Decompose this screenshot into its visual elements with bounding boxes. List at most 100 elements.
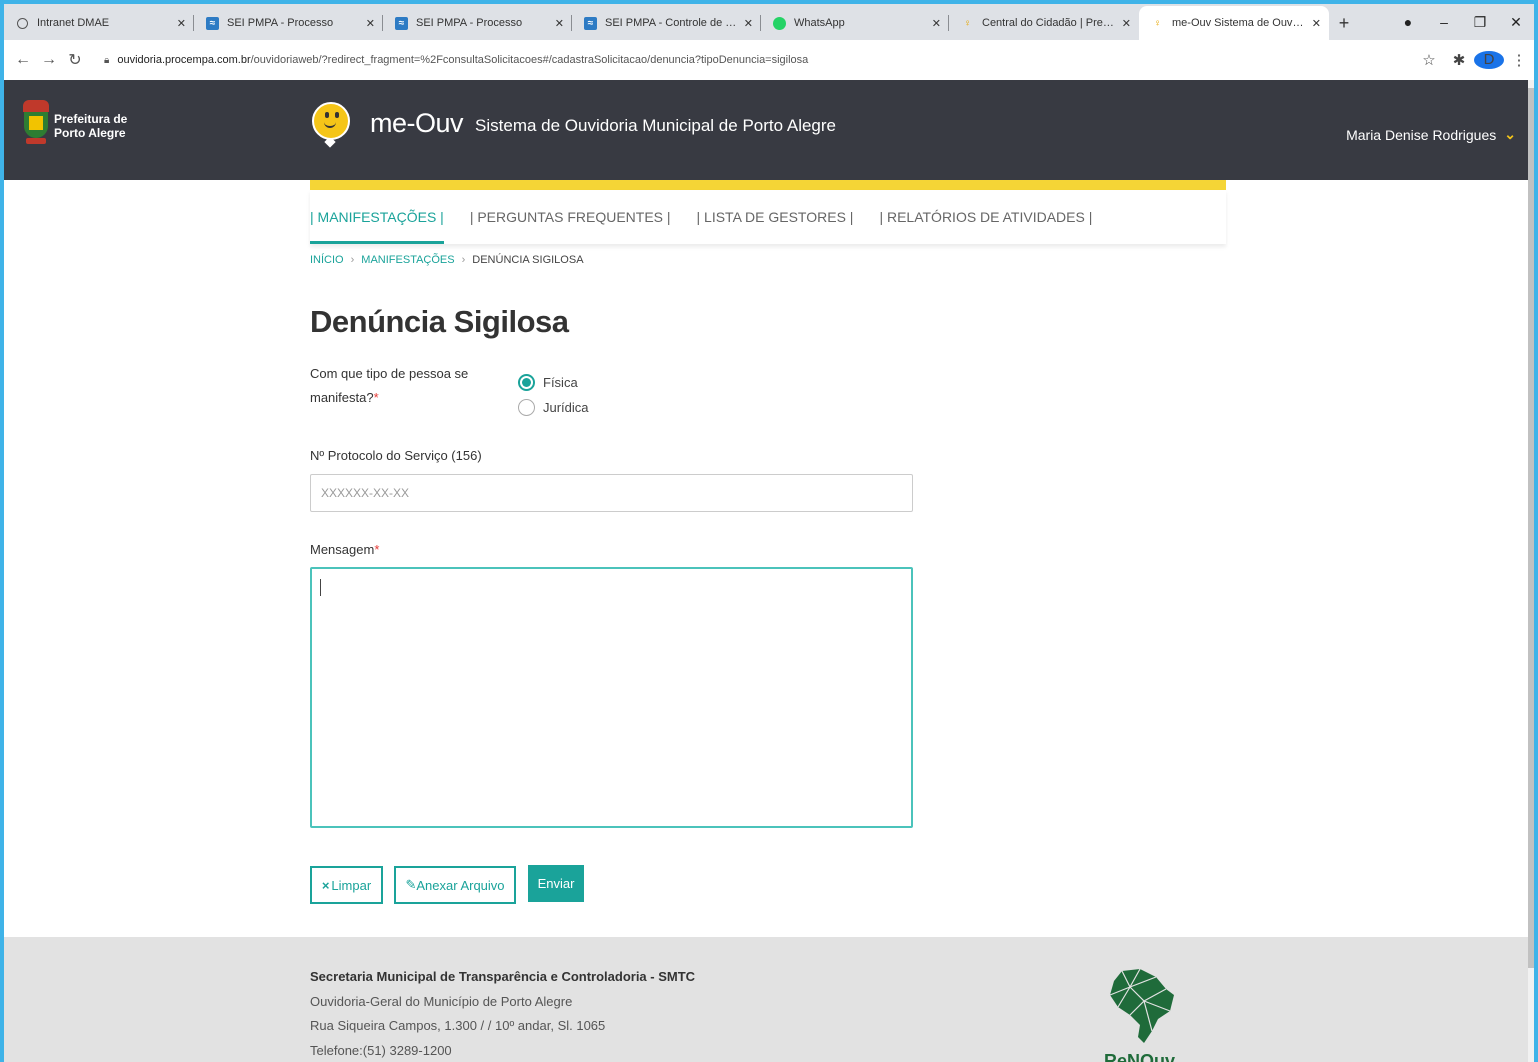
close-window-button[interactable]: ✕ (1498, 14, 1534, 31)
radio-juridica[interactable] (518, 399, 535, 416)
clear-button[interactable]: × Limpar (310, 866, 383, 904)
minimize-button[interactable]: – (1426, 14, 1462, 30)
page-title: Denúncia Sigilosa (310, 304, 569, 339)
footer-dept: Ouvidoria-Geral do Município de Porto Al… (310, 993, 573, 1009)
address-bar[interactable]: 🔒︎ ouvidoria.procempa.com.br/ouvidoriawe… (94, 46, 1424, 74)
breadcrumb-home[interactable]: INÍCIO (310, 254, 344, 266)
back-icon[interactable]: ← (10, 51, 36, 69)
nav-manifestacoes[interactable]: | MANIFESTAÇÕES | (310, 190, 444, 244)
prefeitura-logo[interactable]: Prefeitura de Porto Alegre (20, 100, 127, 152)
renouv-text: ReNOuv (1104, 1051, 1176, 1062)
protocol-label: Nº Protocolo do Serviço (156) (310, 448, 482, 463)
close-icon[interactable]: ✕ (1122, 17, 1131, 30)
clear-button-label: Limpar (331, 877, 372, 893)
text-caret (320, 579, 321, 596)
brand-subtitle: Sistema de Ouvidoria Municipal de Porto … (475, 116, 836, 135)
footer-address: Secretaria Municipal de Transparência e … (310, 965, 695, 1062)
sei-icon: ≈ (395, 16, 408, 30)
forward-icon[interactable]: → (36, 51, 62, 69)
logo-line1: Prefeitura de (54, 112, 128, 126)
record-icon[interactable]: ● (1390, 14, 1426, 30)
close-icon[interactable]: ✕ (177, 17, 186, 30)
crest-icon (20, 100, 52, 152)
required-mark: * (374, 542, 380, 557)
user-name: Maria Denise Rodrigues (1346, 126, 1497, 143)
browser-tab[interactable]: ≈ SEI PMPA - Controle de Process ✕ (572, 6, 761, 40)
person-type-radio-group: Física Jurídica (518, 370, 589, 420)
browser-toolbar: ← → ↻ 🔒︎ ouvidoria.procempa.com.br/ouvid… (4, 40, 1534, 80)
close-icon: × (321, 877, 330, 893)
logo-line2: Porto Alegre (54, 126, 126, 140)
sei-icon: ≈ (206, 16, 219, 30)
whatsapp-icon (773, 16, 786, 30)
browser-tab[interactable]: Intranet DMAE ✕ (4, 6, 194, 40)
brand-name: me-Ouv (370, 107, 464, 138)
site-header: Prefeitura de Porto Alegre me-Ouv Sistem… (4, 80, 1532, 180)
radio-option-fisica[interactable]: Física (518, 370, 589, 395)
profile-avatar[interactable]: D (1474, 51, 1504, 69)
radio-label-juridica: Jurídica (543, 400, 589, 415)
breadcrumb-separator: › (461, 254, 466, 266)
breadcrumb-current: DENÚNCIA SIGILOSA (472, 254, 584, 266)
close-icon[interactable]: ✕ (555, 17, 564, 30)
message-textarea[interactable] (310, 567, 913, 828)
user-menu[interactable]: Maria Denise Rodrigues ⌄ (1346, 126, 1516, 143)
close-icon[interactable]: ✕ (932, 17, 941, 30)
footer-phone: Telefone:(51) 3289-1200 (310, 1042, 452, 1058)
browser-tab[interactable]: ♀ Central do Cidadão | Prefeitura d ✕ (949, 6, 1139, 40)
url-path: /ouvidoriaweb/?redirect_fragment=%2Fcons… (250, 54, 809, 66)
toolbar-icons: ☆ ✱ D ⋮ (1414, 51, 1534, 69)
nav-perguntas-frequentes[interactable]: | PERGUNTAS FREQUENTES | (470, 190, 671, 244)
main-nav: | MANIFESTAÇÕES | | PERGUNTAS FREQUENTES… (310, 190, 1226, 244)
bulb-icon: ♀ (963, 17, 972, 29)
restore-button[interactable]: ❐ (1462, 14, 1498, 31)
attach-button-label: Anexar Arquivo (416, 877, 505, 893)
close-icon[interactable]: ✕ (1312, 17, 1321, 30)
scrollbar-thumb[interactable] (1528, 88, 1534, 968)
globe-icon (16, 17, 29, 30)
new-tab-button[interactable]: + (1329, 6, 1359, 40)
footer-org: Secretaria Municipal de Transparência e … (310, 969, 696, 984)
paperclip-icon: ✎ (405, 877, 417, 892)
footer-street: Rua Siqueira Campos, 1.300 / / 10º andar… (310, 1018, 606, 1033)
browser-tab[interactable]: ≈ SEI PMPA - Processo ✕ (383, 6, 572, 40)
renouv-logo: ReNOuv (1100, 967, 1190, 1062)
nav-lista-gestores[interactable]: | LISTA DE GESTORES | (697, 190, 854, 244)
sei-icon: ≈ (584, 16, 597, 30)
menu-kebab-icon[interactable]: ⋮ (1504, 51, 1534, 69)
radio-option-juridica[interactable]: Jurídica (518, 395, 589, 420)
browser-window: Intranet DMAE ✕ ≈ SEI PMPA - Processo ✕ … (4, 4, 1534, 1062)
reload-icon[interactable]: ↻ (62, 50, 88, 70)
breadcrumb-separator: › (350, 254, 355, 266)
attach-file-button[interactable]: ✎ Anexar Arquivo (394, 866, 516, 904)
radio-label-fisica: Física (543, 375, 578, 390)
tab-strip: Intranet DMAE ✕ ≈ SEI PMPA - Processo ✕ … (4, 4, 1534, 40)
close-icon[interactable]: ✕ (744, 17, 753, 30)
extensions-icon[interactable]: ✱ (1444, 51, 1474, 69)
protocol-input[interactable] (310, 474, 913, 512)
smiley-icon (310, 100, 352, 148)
required-mark: * (373, 390, 379, 405)
brazil-map-icon (1109, 968, 1174, 1043)
chevron-down-icon: ⌄ (1504, 126, 1516, 142)
meouv-logo[interactable]: me-Ouv Sistema de Ouvidoria Municipal de… (310, 100, 836, 148)
close-icon[interactable]: ✕ (366, 17, 375, 30)
browser-tab[interactable]: WhatsApp ✕ (761, 6, 949, 40)
send-button-label: Enviar (537, 876, 575, 891)
breadcrumb-manifestacoes[interactable]: MANIFESTAÇÕES (361, 254, 454, 266)
accent-bar (310, 180, 1226, 190)
url-host: ouvidoria.procempa.com.br (117, 54, 251, 66)
bulb-icon: ♀ (1153, 17, 1162, 29)
bookmark-star-icon[interactable]: ☆ (1414, 51, 1444, 69)
browser-tab-active[interactable]: ♀ me-Ouv Sistema de Ouvidor ✕ (1139, 6, 1329, 40)
page-scrollbar[interactable] (1528, 80, 1534, 1062)
message-label: Mensagem* (310, 542, 380, 557)
lock-icon: 🔒︎ (104, 54, 110, 66)
radio-fisica[interactable] (518, 374, 535, 391)
send-button[interactable]: Enviar (528, 865, 584, 902)
browser-tab[interactable]: ≈ SEI PMPA - Processo ✕ (194, 6, 383, 40)
nav-relatorios[interactable]: | RELATÓRIOS DE ATIVIDADES | (879, 190, 1092, 244)
footer: Secretaria Municipal de Transparência e … (4, 937, 1532, 1062)
window-controls: ● – ❐ ✕ (1390, 4, 1534, 40)
breadcrumb: INÍCIO › MANIFESTAÇÕES › DENÚNCIA SIGILO… (310, 254, 584, 266)
